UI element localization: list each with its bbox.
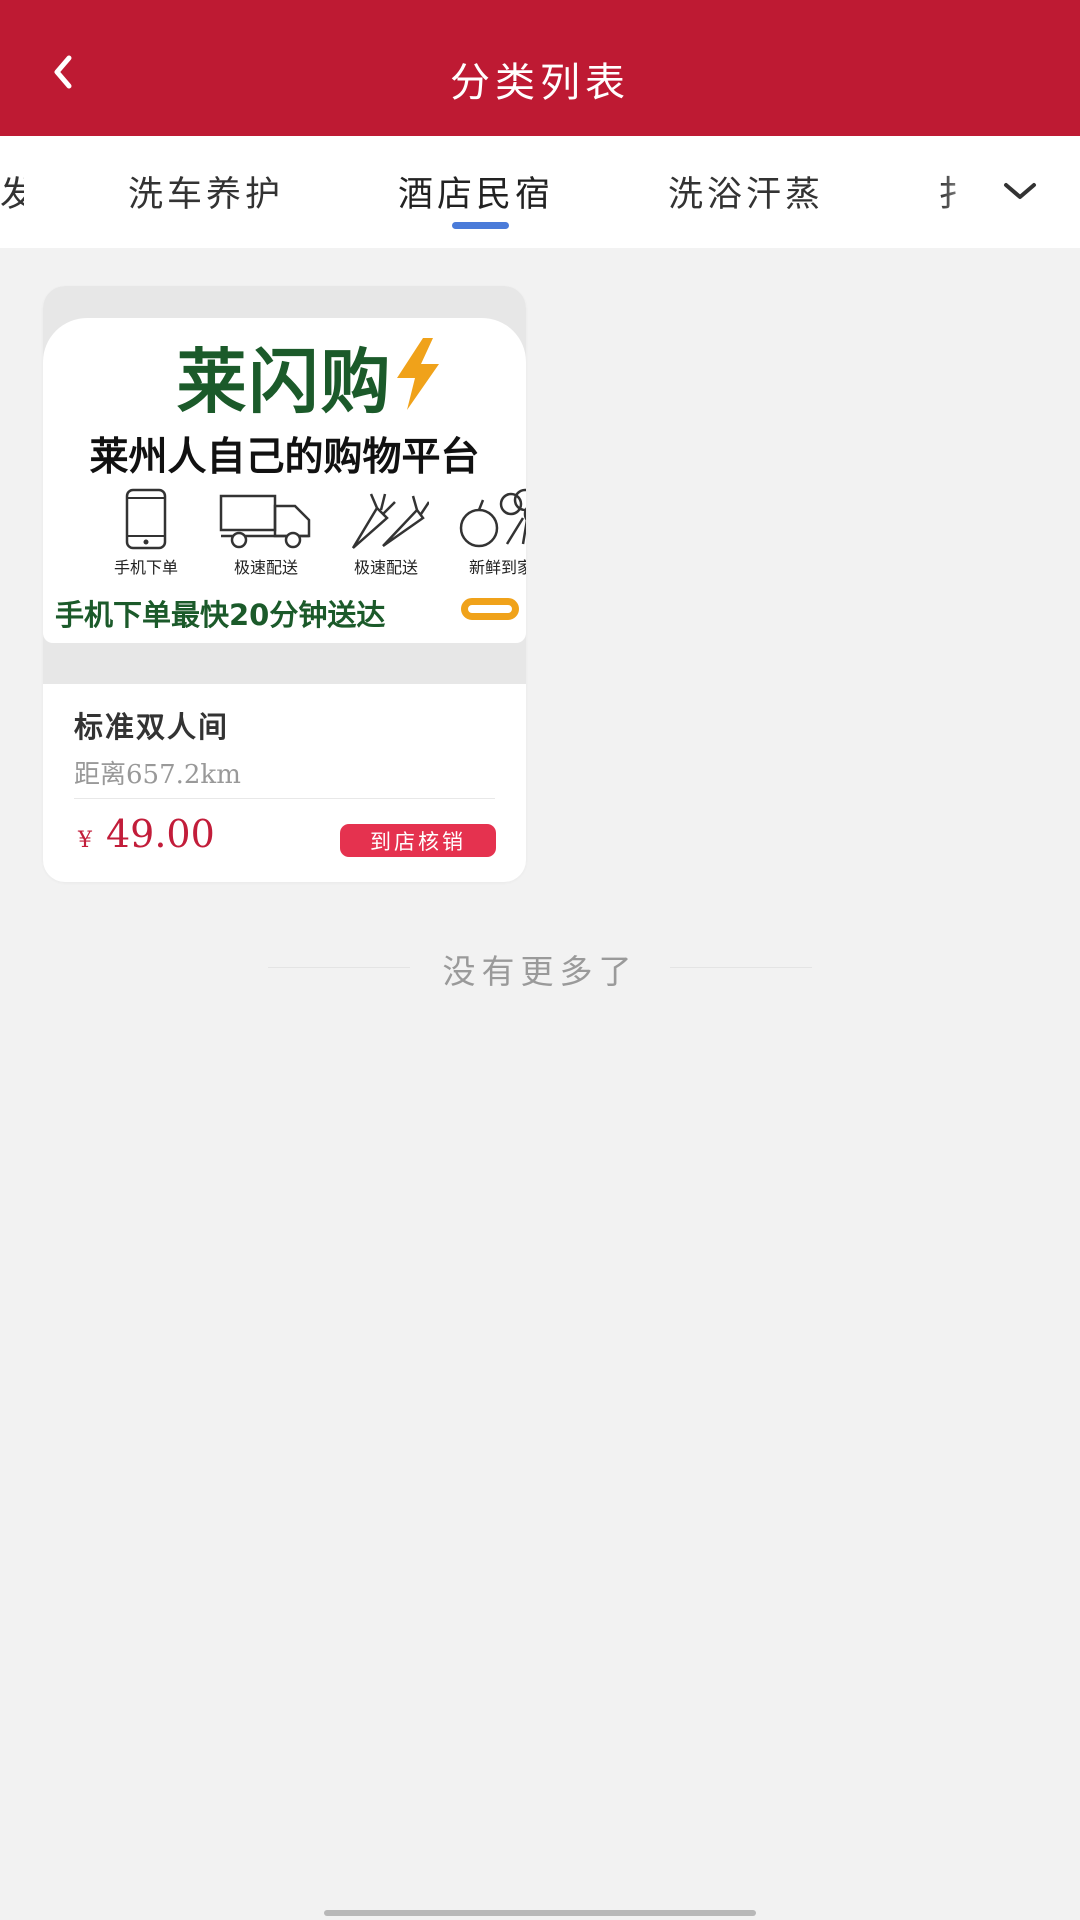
expand-tabs-button[interactable] bbox=[995, 166, 1045, 216]
banner-subtitle: 莱州人自己的购物平台 bbox=[89, 435, 480, 480]
feature-label: 手机下单 bbox=[113, 558, 178, 577]
feature-fast-delivery: 极速配送 bbox=[211, 488, 321, 578]
tab-bath-sauna[interactable]: 洗浴汗蒸 bbox=[668, 166, 824, 216]
banner-title: 莱闪购 bbox=[176, 341, 393, 423]
carrot-icon bbox=[351, 493, 429, 549]
tab-car-wash[interactable]: 洗车养护 bbox=[128, 166, 284, 216]
app-header: 分类列表 bbox=[0, 0, 1080, 136]
feature-vegetables: 极速配送 bbox=[331, 488, 441, 578]
no-more-text: 没有更多了 bbox=[442, 952, 638, 991]
price-currency: ¥ bbox=[78, 828, 92, 853]
feature-label: 极速配送 bbox=[353, 558, 418, 577]
feature-fresh-home: 新鲜到家 bbox=[441, 488, 526, 578]
apple-broccoli-icon bbox=[459, 488, 526, 548]
banner-slogan: 手机下单最快20分钟送达 bbox=[55, 598, 386, 632]
feature-label: 极速配送 bbox=[233, 558, 298, 577]
feature-label: 新鲜到家 bbox=[468, 558, 526, 577]
product-image: 莱闪购 莱州人自己的购物平台 手机下单 极速配送 极速配送 新鲜到家 手机下单最… bbox=[43, 286, 526, 684]
product-distance: 距离657.2km bbox=[74, 760, 241, 790]
truck-icon bbox=[219, 494, 311, 549]
home-indicator[interactable] bbox=[324, 1910, 756, 1916]
phone-icon bbox=[125, 488, 167, 550]
category-tabs: 发 洗车养护 酒店民宿 洗浴汗蒸 扌 bbox=[0, 136, 1080, 248]
tab-hair-partial[interactable]: 发 bbox=[0, 166, 24, 216]
slogan-pill-decoration bbox=[461, 598, 519, 620]
product-name: 标准双人间 bbox=[74, 710, 230, 744]
card-divider bbox=[74, 798, 495, 799]
feature-phone-order: 手机下单 bbox=[91, 488, 201, 578]
chevron-down-icon bbox=[1004, 183, 1036, 199]
product-card[interactable]: 莱闪购 莱州人自己的购物平台 手机下单 极速配送 极速配送 新鲜到家 手机下单最… bbox=[43, 286, 526, 882]
product-price: 49.00 bbox=[106, 812, 215, 856]
redeem-in-store-button[interactable]: 到店核销 bbox=[340, 824, 496, 857]
active-tab-indicator bbox=[452, 222, 509, 229]
lightning-icon bbox=[397, 338, 439, 410]
page-title: 分类列表 bbox=[450, 60, 630, 106]
tab-hotel[interactable]: 酒店民宿 bbox=[398, 166, 554, 216]
